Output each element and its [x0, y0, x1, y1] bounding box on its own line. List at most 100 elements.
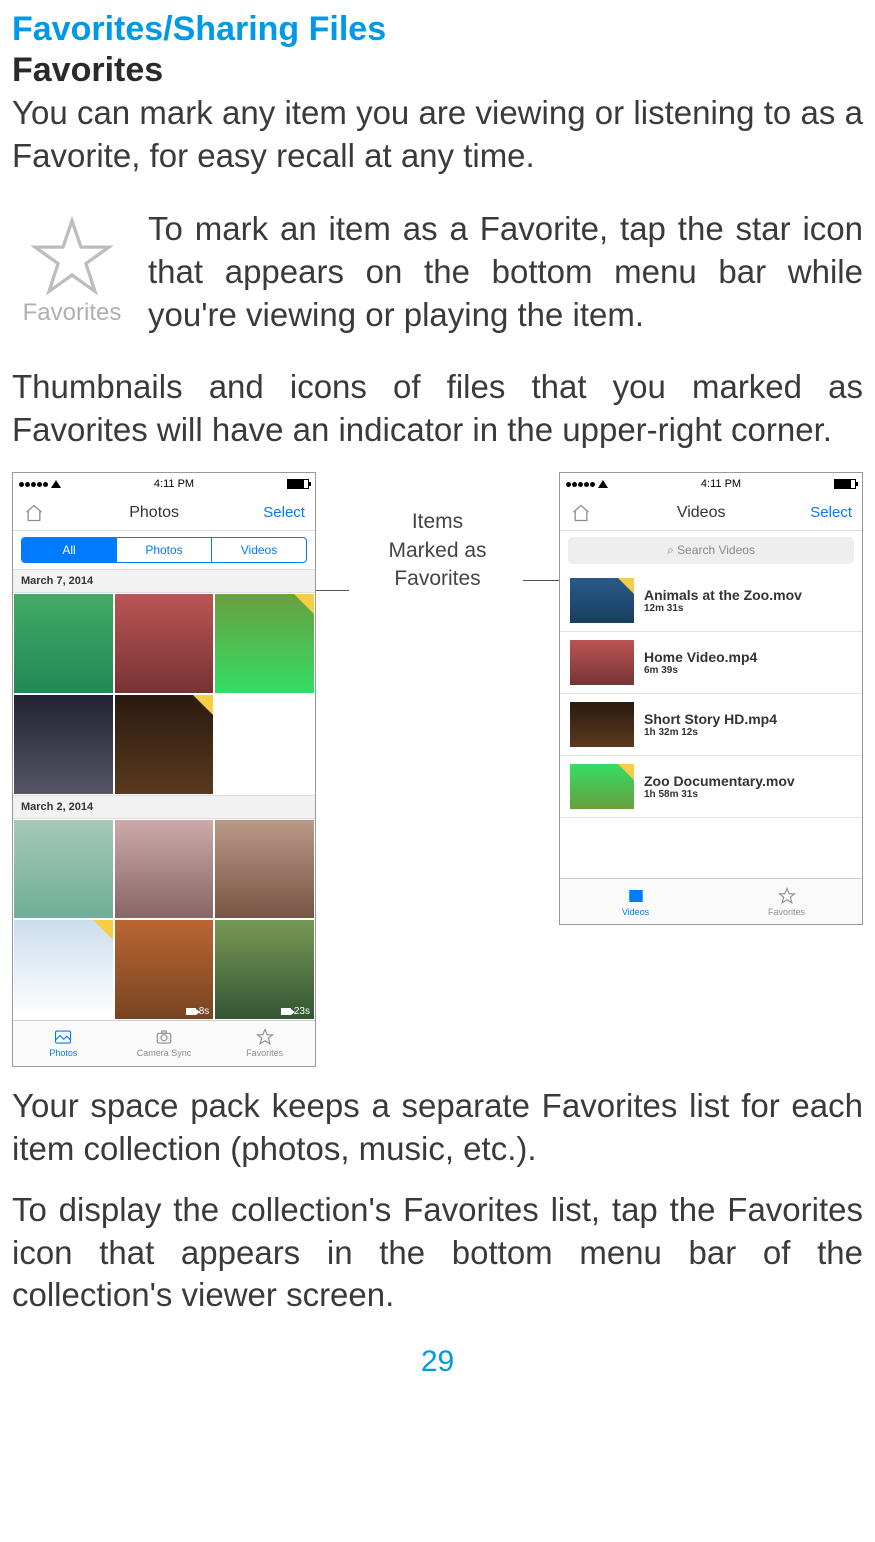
favorite-corner-icon	[193, 695, 213, 715]
photo-grid: 8s 23s	[13, 819, 315, 1020]
video-name: Animals at the Zoo.mov	[644, 587, 852, 603]
video-row[interactable]: Short Story HD.mp4 1h 32m 12s	[560, 694, 862, 756]
separate-list-paragraph: Your space pack keeps a separate Favorit…	[12, 1085, 863, 1171]
tab-favorites[interactable]: Favorites	[214, 1021, 315, 1066]
status-bar: 4:11 PM	[13, 473, 315, 495]
photos-tab-icon	[52, 1028, 74, 1046]
tab-bar: Photos Camera Sync Favorites	[13, 1020, 315, 1066]
favorite-corner-icon	[294, 594, 314, 614]
magnify-icon: ⌕	[667, 543, 674, 557]
video-row[interactable]: Animals at the Zoo.mov 12m 31s	[560, 570, 862, 632]
status-bar: 4:11 PM	[560, 473, 862, 495]
star-icon	[776, 887, 798, 905]
photo-thumb[interactable]	[214, 819, 315, 920]
display-favorites-paragraph: To display the collection's Favorites li…	[12, 1189, 863, 1318]
star-outline-icon	[31, 216, 113, 298]
photo-thumb[interactable]	[13, 694, 114, 795]
tab-videos[interactable]: Videos	[560, 879, 711, 924]
photo-thumb[interactable]	[114, 593, 215, 694]
favorites-tip-block: Favorites To mark an item as a Favorite,…	[12, 208, 863, 337]
photo-thumb[interactable]	[114, 819, 215, 920]
star-icon	[254, 1028, 276, 1046]
video-thumb	[570, 764, 634, 809]
tab-label: Camera Sync	[137, 1048, 192, 1058]
favorite-corner-icon	[618, 764, 634, 780]
wifi-icon	[51, 480, 61, 488]
connector-line	[523, 580, 559, 581]
intro-paragraph: You can mark any item you are viewing or…	[12, 92, 863, 178]
select-button[interactable]: Select	[263, 504, 305, 521]
video-duration: 1h 32m 12s	[644, 727, 852, 738]
video-duration: 12m 31s	[644, 603, 852, 614]
video-duration: 1h 58m 31s	[644, 789, 852, 800]
search-placeholder: Search Videos	[677, 543, 755, 557]
tab-bar: Videos Favorites	[560, 878, 862, 924]
nav-title: Photos	[129, 504, 179, 522]
video-thumb	[570, 578, 634, 623]
home-icon[interactable]	[570, 503, 592, 523]
callout-label: Items Marked as Favorites	[316, 472, 559, 593]
favorite-corner-icon	[93, 920, 113, 940]
segmented-control[interactable]: All Photos Videos	[21, 537, 307, 563]
section-title: Favorites/Sharing Files	[12, 10, 863, 49]
date-header: March 7, 2014	[13, 569, 315, 593]
tab-label: Videos	[622, 907, 649, 917]
nav-title: Videos	[677, 504, 726, 522]
seg-photos[interactable]: Photos	[116, 538, 211, 562]
status-time: 4:11 PM	[154, 478, 194, 490]
photo-thumb[interactable]	[13, 919, 114, 1020]
signal-dots-icon	[566, 478, 596, 490]
photo-thumb[interactable]	[13, 819, 114, 920]
video-name: Home Video.mp4	[644, 649, 852, 665]
battery-icon	[287, 479, 309, 489]
favorites-tip-text: To mark an item as a Favorite, tap the s…	[148, 208, 863, 337]
duration-badge: 23s	[281, 1006, 310, 1017]
video-thumb	[570, 640, 634, 685]
indicator-paragraph: Thumbnails and icons of files that you m…	[12, 366, 863, 452]
status-time: 4:11 PM	[701, 478, 741, 490]
camera-sync-icon	[153, 1028, 175, 1046]
photo-thumb[interactable]	[214, 593, 315, 694]
tab-camera-sync[interactable]: Camera Sync	[114, 1021, 215, 1066]
videos-screenshot: 4:11 PM Videos Select ⌕ Search Videos An…	[559, 472, 863, 925]
nav-bar: Videos Select	[560, 495, 862, 531]
video-row[interactable]: Zoo Documentary.mov 1h 58m 31s	[560, 756, 862, 818]
photo-thumb[interactable]	[13, 593, 114, 694]
video-duration: 6m 39s	[644, 665, 852, 676]
connector-line	[316, 590, 349, 591]
search-input[interactable]: ⌕ Search Videos	[568, 537, 854, 564]
video-icon	[186, 1008, 196, 1015]
select-button[interactable]: Select	[810, 504, 852, 521]
battery-icon	[834, 479, 856, 489]
tab-label: Favorites	[768, 907, 805, 917]
video-row[interactable]: Home Video.mp4 6m 39s	[560, 632, 862, 694]
favorites-icon-group: Favorites	[12, 208, 132, 337]
video-thumb	[570, 702, 634, 747]
tab-label: Favorites	[246, 1048, 283, 1058]
favorites-heading: Favorites	[12, 51, 863, 90]
tab-favorites[interactable]: Favorites	[711, 879, 862, 924]
video-thumb[interactable]: 23s	[214, 919, 315, 1020]
page-number: 29	[12, 1345, 863, 1379]
tab-photos[interactable]: Photos	[13, 1021, 114, 1066]
favorite-corner-icon	[618, 578, 634, 594]
video-list: Animals at the Zoo.mov 12m 31s Home Vide…	[560, 570, 862, 818]
photo-thumb[interactable]	[114, 694, 215, 795]
screenshots-row: 4:11 PM Photos Select All Photos Videos …	[12, 472, 863, 1067]
photo-grid	[13, 593, 315, 794]
clapper-icon	[625, 887, 647, 905]
duration-badge: 8s	[186, 1006, 210, 1017]
home-icon[interactable]	[23, 503, 45, 523]
video-name: Short Story HD.mp4	[644, 711, 852, 727]
video-name: Zoo Documentary.mov	[644, 773, 852, 789]
seg-videos[interactable]: Videos	[211, 538, 306, 562]
nav-bar: Photos Select	[13, 495, 315, 531]
signal-dots-icon	[19, 478, 49, 490]
photos-screenshot: 4:11 PM Photos Select All Photos Videos …	[12, 472, 316, 1067]
wifi-icon	[598, 480, 608, 488]
video-icon	[281, 1008, 291, 1015]
favorites-icon-label: Favorites	[12, 299, 132, 327]
video-thumb[interactable]: 8s	[114, 919, 215, 1020]
photo-thumb[interactable]	[214, 694, 315, 795]
seg-all[interactable]: All	[22, 538, 116, 562]
